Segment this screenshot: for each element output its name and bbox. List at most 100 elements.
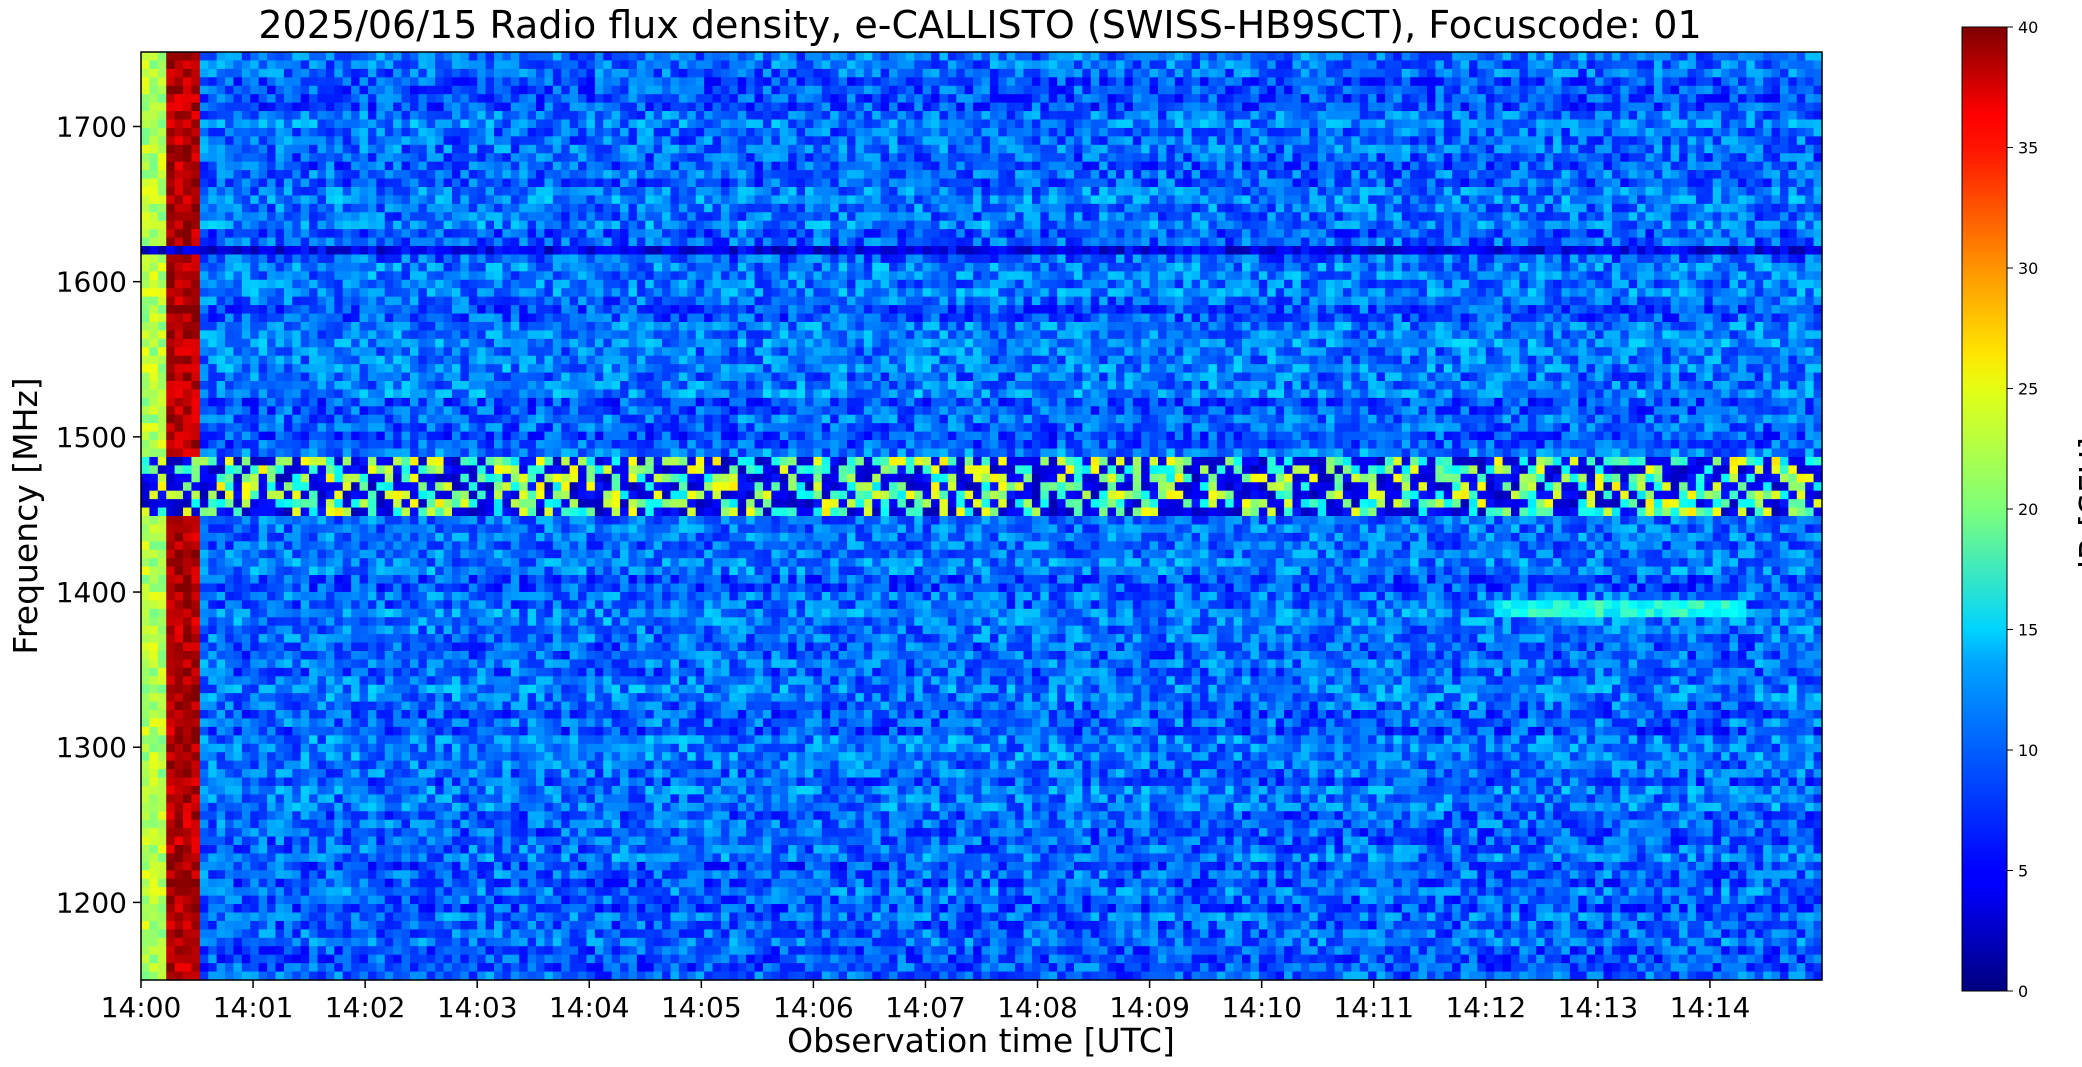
heatmap-cell xyxy=(460,94,470,104)
heatmap-cell xyxy=(1174,136,1184,146)
heatmap-cell xyxy=(847,77,857,87)
heatmap-cell xyxy=(1359,52,1369,62)
heatmap-cell xyxy=(1679,195,1689,205)
heatmap-cell xyxy=(1267,60,1277,70)
heatmap-cell xyxy=(1216,237,1226,247)
heatmap-cell xyxy=(1200,60,1210,70)
heatmap-cell xyxy=(552,153,562,163)
heatmap-cell xyxy=(687,170,697,180)
heatmap-cell xyxy=(973,68,983,78)
heatmap-cell xyxy=(1477,161,1487,171)
heatmap-cell xyxy=(1065,229,1075,239)
heatmap-cell xyxy=(519,220,529,230)
heatmap-cell xyxy=(1048,102,1058,112)
heatmap-cell xyxy=(1721,254,1731,264)
heatmap-cell xyxy=(1132,153,1142,163)
heatmap-cell xyxy=(746,254,756,264)
heatmap-cell xyxy=(1729,136,1739,146)
heatmap-cell xyxy=(325,94,335,104)
heatmap-cell xyxy=(939,119,949,129)
heatmap-cell xyxy=(267,212,277,222)
heatmap-cell xyxy=(779,229,789,239)
heatmap-cell xyxy=(460,246,470,256)
heatmap-cell xyxy=(1006,195,1016,205)
heatmap-cell xyxy=(1284,119,1294,129)
heatmap-cell xyxy=(527,136,537,146)
heatmap-cell xyxy=(1023,161,1033,171)
heatmap-cell xyxy=(536,220,546,230)
heatmap-cell xyxy=(1435,212,1445,222)
heatmap-cell xyxy=(1149,229,1159,239)
heatmap-cell xyxy=(1485,203,1495,213)
heatmap-cell xyxy=(1544,52,1554,62)
heatmap-cell xyxy=(645,52,655,62)
heatmap-cell xyxy=(233,195,243,205)
heatmap-cell xyxy=(317,153,327,163)
heatmap-cell xyxy=(1342,229,1352,239)
heatmap-cell xyxy=(1788,119,1798,129)
heatmap-cell xyxy=(1342,186,1352,197)
heatmap-cell xyxy=(1149,237,1159,247)
heatmap-cell xyxy=(1494,254,1504,264)
heatmap-cell xyxy=(451,111,461,121)
heatmap-cell xyxy=(267,246,277,256)
heatmap-cell xyxy=(1082,203,1092,213)
heatmap-cell xyxy=(1149,85,1159,95)
heatmap-cell xyxy=(779,111,789,121)
heatmap-cell xyxy=(1057,203,1067,213)
heatmap-cell xyxy=(1309,136,1319,146)
heatmap-cell xyxy=(1746,111,1756,121)
heatmap-cell xyxy=(1107,85,1117,95)
heatmap-cell xyxy=(1267,229,1277,239)
heatmap-cell xyxy=(510,195,520,205)
heatmap-cell xyxy=(1410,186,1420,197)
heatmap-cell xyxy=(1586,195,1596,205)
heatmap-cell xyxy=(1191,178,1201,188)
heatmap-cell xyxy=(1258,246,1268,256)
heatmap-cell xyxy=(1326,136,1336,146)
heatmap-cell xyxy=(1536,237,1546,247)
heatmap-cell xyxy=(1065,186,1075,197)
heatmap-cell xyxy=(981,186,991,197)
heatmap-cell xyxy=(779,161,789,171)
heatmap-cell xyxy=(1351,212,1361,222)
heatmap-cell xyxy=(1242,246,1252,256)
heatmap-cell xyxy=(1384,186,1394,197)
heatmap-cell xyxy=(1048,127,1058,137)
heatmap-cell xyxy=(191,195,201,205)
heatmap-cell xyxy=(300,254,310,264)
heatmap-cell xyxy=(603,94,613,104)
heatmap-cell xyxy=(166,254,176,264)
heatmap-cell xyxy=(838,77,848,87)
heatmap-cell xyxy=(1015,220,1025,230)
heatmap-cell xyxy=(720,254,730,264)
heatmap-cell xyxy=(1653,111,1663,121)
heatmap-cell xyxy=(1477,220,1487,230)
heatmap-cell xyxy=(1679,144,1689,154)
heatmap-cell xyxy=(1376,212,1386,222)
heatmap-cell xyxy=(1006,94,1016,104)
heatmap-cell xyxy=(1216,212,1226,222)
heatmap-cell xyxy=(1351,144,1361,154)
heatmap-cell xyxy=(1082,60,1092,70)
heatmap-cell xyxy=(1284,60,1294,70)
heatmap-cell xyxy=(1368,68,1378,78)
heatmap-cell xyxy=(1754,60,1764,70)
heatmap-cell xyxy=(645,237,655,247)
heatmap-cell xyxy=(367,178,377,188)
heatmap-cell xyxy=(1721,60,1731,70)
heatmap-cell xyxy=(1006,203,1016,213)
heatmap-cell xyxy=(796,186,806,197)
heatmap-cell xyxy=(359,136,369,146)
heatmap-cell xyxy=(519,246,529,256)
heatmap-cell xyxy=(653,85,663,95)
heatmap-cell xyxy=(1561,119,1571,129)
heatmap-cell xyxy=(872,195,882,205)
heatmap-cell xyxy=(1225,203,1235,213)
heatmap-cell xyxy=(1788,127,1798,137)
heatmap-cell xyxy=(1544,212,1554,222)
heatmap-cell xyxy=(1796,246,1806,256)
heatmap-cell xyxy=(1065,94,1075,104)
heatmap-cell xyxy=(426,161,436,171)
heatmap-cell xyxy=(914,85,924,95)
